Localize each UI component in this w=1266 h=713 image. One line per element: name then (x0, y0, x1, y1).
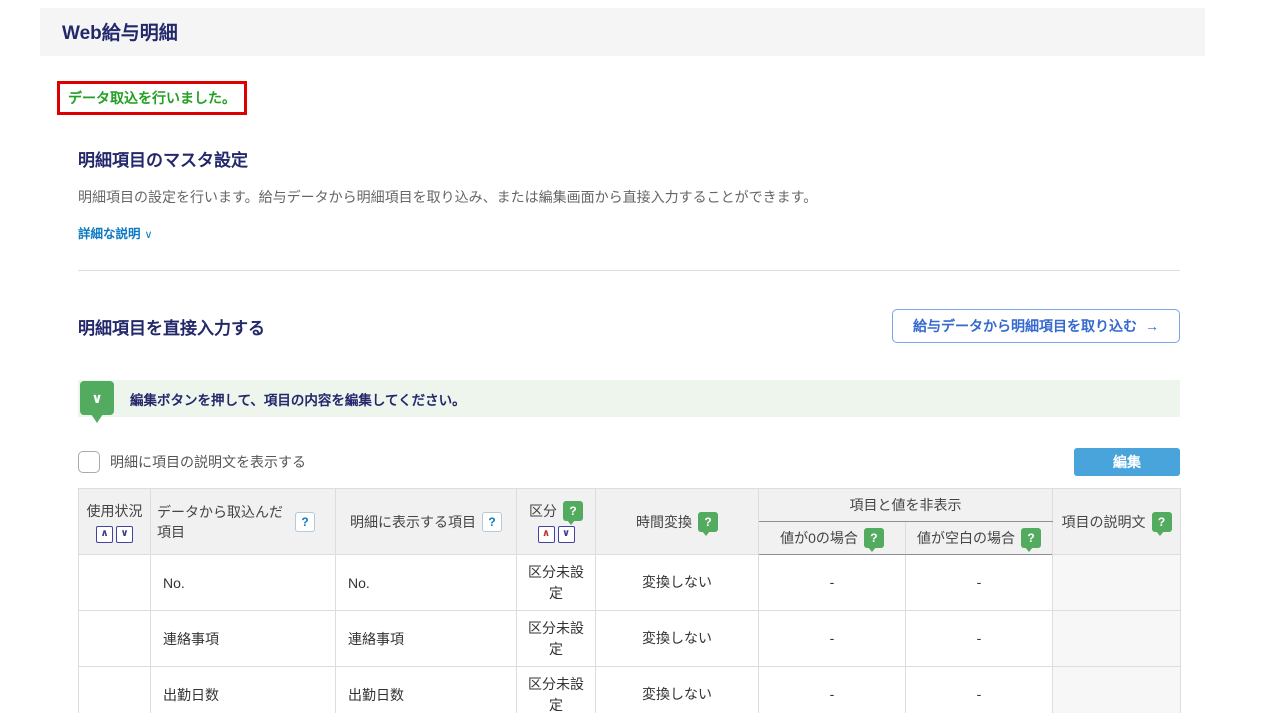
show-description-checkbox[interactable] (78, 451, 100, 473)
edit-button[interactable]: 編集 (1074, 448, 1180, 476)
column-header-imported-item: データから取込んだ項目 ? (151, 489, 336, 555)
import-success-message: データ取込を行いました。 (57, 81, 247, 115)
when-zero-cell: - (759, 667, 906, 713)
direct-input-heading: 明細項目を直接入力する (78, 314, 265, 339)
help-icon[interactable]: ? (482, 512, 502, 532)
imported-item-cell: 連絡事項 (151, 611, 336, 667)
column-header-display-item: 明細に表示する項目 ? (336, 489, 517, 555)
description-cell (1053, 667, 1181, 713)
category-cell: 区分未設定 (517, 667, 596, 713)
time-conversion-header-label: 時間変換 (636, 512, 692, 532)
help-icon[interactable]: ? (698, 512, 718, 532)
time-conversion-cell: 変換しない (596, 667, 759, 713)
section-divider (78, 270, 1180, 271)
category-cell: 区分未設定 (517, 555, 596, 611)
guide-banner: ∨ 編集ボタンを押して、項目の内容を編集してください。 (78, 380, 1180, 417)
arrow-right-icon: → (1145, 318, 1159, 334)
when-zero-header-label: 値が0の場合 (780, 528, 858, 548)
when-blank-cell: - (906, 555, 1053, 611)
usage-cell (79, 555, 151, 611)
main-content: 明細項目のマスタ設定 明細項目の設定を行います。給与データから明細項目を取り込み… (78, 146, 1180, 713)
chevron-down-icon: ∨ (145, 229, 153, 241)
when-zero-cell: - (759, 611, 906, 667)
when-blank-header-label: 値が空白の場合 (917, 528, 1015, 548)
imported-item-cell: 出勤日数 (151, 667, 336, 713)
guide-bubble-icon: ∨ (80, 381, 114, 415)
sort-down-button[interactable]: ∨ (116, 526, 133, 543)
usage-cell (79, 667, 151, 713)
import-from-payroll-button[interactable]: 給与データから明細項目を取り込む → (892, 309, 1180, 343)
display-item-header-label: 明細に表示する項目 (350, 512, 476, 532)
imported-item-header-label: データから取込んだ項目 (157, 502, 289, 542)
help-icon[interactable]: ? (563, 501, 583, 521)
chevron-down-icon: ∨ (91, 390, 102, 407)
display-item-cell: No. (336, 555, 517, 611)
column-header-usage: 使用状況 ∧ ∨ (79, 489, 151, 555)
show-description-checkbox-label: 明細に項目の説明文を表示する (110, 452, 306, 472)
description-cell (1053, 555, 1181, 611)
when-zero-cell: - (759, 555, 906, 611)
sort-up-button[interactable]: ∧ (96, 526, 113, 543)
hide-group-header-label: 項目と値を非表示 (850, 497, 962, 513)
table-row: 連絡事項 連絡事項 区分未設定 変換しない - - (79, 611, 1181, 667)
master-settings-description: 明細項目の設定を行います。給与データから明細項目を取り込み、または編集画面から直… (78, 187, 1180, 207)
column-header-category: 区分 ? ∧ ∨ (517, 489, 596, 555)
display-item-cell: 連絡事項 (336, 611, 517, 667)
help-icon[interactable]: ? (295, 512, 315, 532)
category-header-label: 区分 (529, 501, 557, 521)
help-icon[interactable]: ? (864, 528, 884, 548)
when-blank-cell: - (906, 611, 1053, 667)
column-header-hide-group: 項目と値を非表示 (759, 489, 1053, 522)
show-description-checkbox-row[interactable]: 明細に項目の説明文を表示する (78, 451, 306, 473)
column-header-description: 項目の説明文 ? (1053, 489, 1181, 555)
table-row: No. No. 区分未設定 変換しない - - (79, 555, 1181, 611)
table-row: 出勤日数 出勤日数 区分未設定 変換しない - - (79, 667, 1181, 713)
sort-down-button[interactable]: ∨ (558, 526, 575, 543)
help-icon[interactable]: ? (1152, 512, 1172, 532)
display-item-cell: 出勤日数 (336, 667, 517, 713)
description-cell (1053, 611, 1181, 667)
column-header-when-blank: 値が空白の場合 ? (906, 522, 1053, 555)
guide-message: 編集ボタンを押して、項目の内容を編集してください。 (130, 389, 466, 409)
detail-explanation-label: 詳細な説明 (78, 227, 141, 241)
sort-up-button[interactable]: ∧ (538, 526, 555, 543)
usage-cell (79, 611, 151, 667)
import-from-payroll-label: 給与データから明細項目を取り込む (913, 318, 1137, 334)
page-title: Web給与明細 (62, 18, 1205, 45)
column-header-when-zero: 値が0の場合 ? (759, 522, 906, 555)
column-header-time-conversion: 時間変換 ? (596, 489, 759, 555)
time-conversion-cell: 変換しない (596, 611, 759, 667)
description-header-label: 項目の説明文 (1062, 512, 1146, 532)
category-cell: 区分未設定 (517, 611, 596, 667)
time-conversion-cell: 変換しない (596, 555, 759, 611)
master-settings-heading: 明細項目のマスタ設定 (78, 146, 1180, 171)
items-table: 使用状況 ∧ ∨ データから取込んだ項目 ? 明細に表示する (78, 488, 1181, 713)
when-blank-cell: - (906, 667, 1053, 713)
usage-header-label: 使用状況 (87, 501, 143, 521)
imported-item-cell: No. (151, 555, 336, 611)
detail-explanation-link[interactable]: 詳細な説明 ∨ (78, 223, 153, 242)
help-icon[interactable]: ? (1021, 528, 1041, 548)
page-title-bar: Web給与明細 (40, 8, 1205, 56)
